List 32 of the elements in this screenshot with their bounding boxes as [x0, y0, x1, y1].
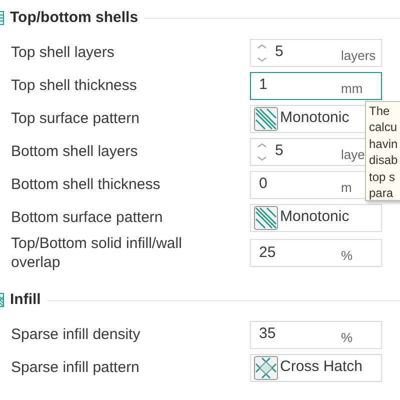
setting-label: Top surface pattern	[11, 109, 140, 128]
setting-label: Bottom surface pattern	[11, 208, 164, 227]
crosshatch-pattern-icon	[254, 356, 278, 380]
unit-label: %	[341, 328, 353, 346]
spin-arrows-icon	[255, 140, 269, 162]
setting-label: Sparse infill pattern	[11, 358, 140, 377]
unit-label: laye	[341, 146, 365, 164]
pattern-dropdown[interactable]: Cross Hatch	[250, 354, 382, 382]
striped-pattern-icon	[254, 106, 278, 130]
section-title: Top/bottom shells	[10, 8, 138, 28]
setting-label: Bottom shell layers	[11, 142, 139, 161]
setting-label: Top shell layers	[11, 43, 116, 62]
unit-label: %	[341, 247, 353, 265]
input-field[interactable]: 1 mm	[250, 72, 382, 100]
unit-label: m	[341, 178, 352, 196]
pattern-dropdown[interactable]: Monotonic	[250, 104, 365, 132]
setting-label: Top/Bottom solid infill/wall overlap	[11, 234, 183, 272]
setting-label: Top shell thickness	[11, 76, 138, 95]
unit-label: layers	[341, 46, 376, 65]
input-field[interactable]: 0 m	[250, 170, 365, 198]
pattern-dropdown[interactable]: Monotonic	[250, 204, 382, 232]
spin-field[interactable]: 5 laye	[250, 138, 365, 166]
input-field[interactable]: 25 %	[250, 239, 382, 267]
setting-label: Sparse infill density	[11, 325, 142, 344]
unit-label: mm	[341, 80, 363, 98]
spin-arrows-icon	[255, 42, 269, 64]
striped-pattern-icon	[254, 206, 278, 230]
section-title: Infill	[10, 290, 41, 310]
setting-label: Bottom shell thickness	[11, 175, 162, 194]
input-field[interactable]: 35 %	[250, 320, 382, 348]
spin-field[interactable]: 5 layers	[250, 38, 382, 66]
tooltip: The calcu havin disab top s para	[365, 101, 400, 201]
